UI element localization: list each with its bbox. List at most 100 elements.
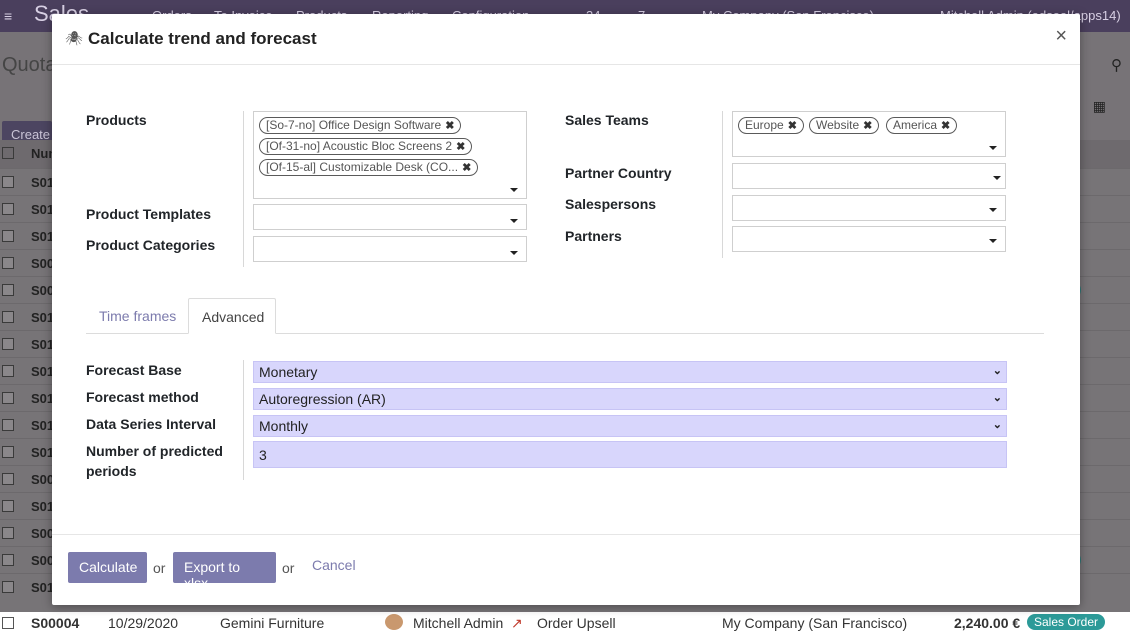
tag-remove-icon[interactable]: ✖ xyxy=(462,162,471,174)
row-checkbox[interactable] xyxy=(2,392,14,404)
label-separator xyxy=(243,111,244,267)
row-date: 10/29/2020 xyxy=(108,615,179,631)
row-checkbox[interactable] xyxy=(2,500,14,512)
row-checkbox[interactable] xyxy=(2,365,14,377)
forecast-method-select[interactable]: Autoregression (AR) ⌄ xyxy=(253,388,1007,410)
row-checkbox[interactable] xyxy=(2,419,14,431)
partner-country-label: Partner Country xyxy=(565,165,672,181)
row-checkbox[interactable] xyxy=(2,230,14,242)
chevron-down-icon[interactable] xyxy=(510,219,518,223)
tag-label: America xyxy=(893,118,938,132)
row-checkbox[interactable] xyxy=(2,257,14,269)
select-value: Monthly xyxy=(259,418,309,434)
product-categories-label: Product Categories xyxy=(86,237,216,253)
row-reference: S00 xyxy=(31,526,55,541)
or-separator: or xyxy=(153,560,166,576)
calendar-view-icon[interactable]: ▦ xyxy=(1093,98,1106,115)
calculate-button[interactable]: Calculate xyxy=(68,552,147,583)
tab-time-frames[interactable]: Time frames xyxy=(86,298,189,334)
tag-label: [Of-15-al] Customizable Desk (CO... xyxy=(266,160,459,174)
tag-remove-icon[interactable]: ✖ xyxy=(863,120,872,132)
row-checkbox[interactable] xyxy=(2,617,14,629)
product-categories-field[interactable] xyxy=(253,236,527,262)
row-checkbox[interactable] xyxy=(2,446,14,458)
sales-teams-label: Sales Teams xyxy=(565,112,649,128)
chevron-down-icon[interactable] xyxy=(989,239,997,243)
select-value: Monetary xyxy=(259,364,318,380)
row-reference: S01 xyxy=(31,445,55,460)
chevron-down-icon[interactable] xyxy=(989,146,997,150)
chevron-down-icon[interactable] xyxy=(510,188,518,192)
tag-remove-icon[interactable]: ✖ xyxy=(445,120,454,132)
apps-menu-icon[interactable]: ≡ xyxy=(4,8,12,24)
row-reference: S01 xyxy=(31,418,55,433)
sales-teams-field[interactable]: Europe ✖ Website ✖ America ✖ xyxy=(732,111,1006,157)
select-all-checkbox[interactable] xyxy=(2,147,14,159)
predicted-periods-input[interactable]: 3 xyxy=(253,441,1007,468)
product-tag: [So-7-no] Office Design Software ✖ xyxy=(259,117,462,134)
data-series-interval-select[interactable]: Monthly ⌄ xyxy=(253,415,1007,437)
row-reference: S00004 xyxy=(31,615,80,631)
team-tag: Europe ✖ xyxy=(738,117,804,134)
row-reference: S01 xyxy=(31,175,55,190)
row-checkbox[interactable] xyxy=(2,527,14,539)
product-tag: [Of-15-al] Customizable Desk (CO... ✖ xyxy=(259,159,479,176)
chevron-down-icon: ⌄ xyxy=(992,392,1002,404)
tag-label: Website xyxy=(816,118,860,132)
forecast-method-label: Forecast method xyxy=(86,389,199,405)
data-series-interval-label: Data Series Interval xyxy=(86,416,216,432)
forecast-base-label: Forecast Base xyxy=(86,362,182,378)
cancel-link[interactable]: Cancel xyxy=(312,557,356,573)
row-reference: S01 xyxy=(31,580,55,595)
tab-bar: Time frames Advanced xyxy=(86,298,1044,334)
products-field[interactable]: [So-7-no] Office Design Software ✖ [Of-31… xyxy=(253,111,527,199)
row-reference: S01 xyxy=(31,229,55,244)
table-row[interactable]: S00004 10/29/2020 Gemini Furniture Mitch… xyxy=(0,612,1130,632)
tag-remove-icon[interactable]: ✖ xyxy=(788,120,797,132)
chevron-down-icon[interactable] xyxy=(993,176,1001,180)
tag-remove-icon[interactable]: ✖ xyxy=(941,120,950,132)
search-icon[interactable]: ⚲ xyxy=(1111,56,1122,74)
dialog-title: Calculate trend and forecast xyxy=(88,29,317,48)
row-checkbox[interactable] xyxy=(2,581,14,593)
forecast-base-select[interactable]: Monetary ⌄ xyxy=(253,361,1007,383)
row-reference: S00 xyxy=(31,553,55,568)
salespersons-field[interactable] xyxy=(732,195,1006,221)
input-value: 3 xyxy=(259,447,267,463)
tag-label: [Of-31-no] Acoustic Bloc Screens 2 xyxy=(266,139,453,153)
chevron-down-icon[interactable] xyxy=(989,208,997,212)
row-salesperson: Mitchell Admin xyxy=(413,615,504,631)
trend-icon: ↗ xyxy=(511,615,523,631)
row-checkbox[interactable] xyxy=(2,203,14,215)
row-reference: S01 xyxy=(31,499,55,514)
row-company: My Company (San Francisco) xyxy=(722,615,908,631)
predicted-periods-label-line1: Number of predicted xyxy=(86,443,223,459)
tag-remove-icon[interactable]: ✖ xyxy=(456,141,465,153)
chevron-down-icon[interactable] xyxy=(510,251,518,255)
partner-country-field[interactable] xyxy=(732,163,1006,189)
row-checkbox[interactable] xyxy=(2,311,14,323)
row-checkbox[interactable] xyxy=(2,176,14,188)
row-checkbox[interactable] xyxy=(2,473,14,485)
status-badge: Sales Order xyxy=(1027,614,1106,630)
row-checkbox[interactable] xyxy=(2,554,14,566)
close-icon[interactable]: × xyxy=(1055,25,1067,48)
row-reference: S00 xyxy=(31,472,55,487)
label-separator xyxy=(722,111,723,258)
tab-advanced[interactable]: Advanced xyxy=(188,298,276,334)
row-checkbox[interactable] xyxy=(2,338,14,350)
partners-label: Partners xyxy=(565,228,622,244)
dialog-footer: Calculate or Export to xlsx or Cancel xyxy=(52,534,1080,605)
or-separator: or xyxy=(282,560,295,576)
row-reference: S00 xyxy=(31,256,55,271)
export-xlsx-button[interactable]: Export to xlsx xyxy=(173,552,276,591)
row-reference: S01 xyxy=(31,364,55,379)
label-separator xyxy=(243,360,244,480)
row-reference: S01 xyxy=(31,337,55,352)
partners-field[interactable] xyxy=(732,226,1006,252)
row-reference: S00 xyxy=(31,283,55,298)
bug-icon: 🕷 xyxy=(65,30,83,46)
product-templates-field[interactable] xyxy=(253,204,527,230)
row-checkbox[interactable] xyxy=(2,284,14,296)
team-tag: America ✖ xyxy=(886,117,958,134)
